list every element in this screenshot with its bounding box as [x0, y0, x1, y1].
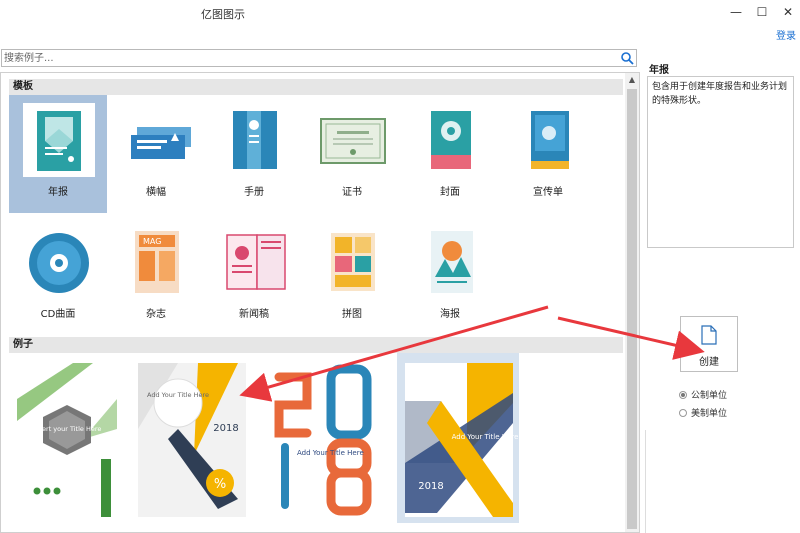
template-label: 宣传单: [533, 187, 563, 198]
templates-section-header: 模板: [9, 79, 623, 95]
template-collage[interactable]: 拼图: [303, 217, 401, 335]
divider: [645, 430, 646, 533]
template-label: 封面: [440, 187, 460, 198]
scroll-thumb[interactable]: [627, 89, 637, 529]
imperial-radio[interactable]: [679, 408, 687, 417]
green-hexagon-report-icon: Insert your Title Here: [17, 363, 117, 517]
template-label: 新闻稿: [239, 309, 269, 320]
brochure-icon: [233, 111, 277, 169]
close-button[interactable]: ✕: [775, 2, 800, 22]
example-title-text: Add Your Title Here: [297, 449, 364, 457]
newsletter-icon: [226, 234, 286, 290]
example-title-text: Add Your Title Here: [147, 391, 209, 399]
details-description: 包含用于创建年度报告和业务计划的特殊形状。: [647, 76, 794, 248]
template-certificate[interactable]: 证书: [303, 95, 401, 213]
template-cover[interactable]: 封面: [401, 95, 499, 213]
template-annual-report[interactable]: 年报: [9, 95, 107, 213]
imperial-units-option[interactable]: 美制单位: [679, 406, 727, 420]
template-label: 手册: [244, 187, 264, 198]
example-number-report[interactable]: Add Your Title Here: [271, 359, 379, 517]
template-label: CD曲面: [40, 309, 76, 320]
imperial-label: 美制单位: [691, 409, 728, 419]
create-button-label: 创建: [699, 357, 719, 368]
metric-radio[interactable]: [679, 390, 687, 399]
template-label: 拼图: [342, 309, 362, 320]
new-document-icon: [701, 325, 717, 345]
gallery-panel: 模板 年报 横幅 手册 证书 封面 宣传单 CD曲面 MAG 杂志 新闻稿 拼图…: [0, 72, 640, 533]
banner-icon: [131, 127, 191, 159]
template-poster[interactable]: 海报: [401, 217, 499, 335]
svg-text:MAG: MAG: [143, 237, 161, 246]
example-x-report[interactable]: Add Your Title Here 2018: [397, 353, 519, 523]
example-year-text: 2018: [213, 423, 238, 434]
template-newsletter[interactable]: 新闻稿: [205, 217, 303, 335]
details-title: 年报: [649, 65, 669, 76]
cover-icon: [431, 111, 471, 169]
cd-icon: [29, 233, 89, 293]
template-brochure[interactable]: 手册: [205, 95, 303, 213]
template-label: 证书: [342, 187, 362, 198]
search-input[interactable]: [4, 50, 616, 66]
examples-section-header: 例子: [9, 337, 623, 353]
example-yellow-report[interactable]: Add Your Title Here 2018 %: [138, 359, 246, 517]
title-bar: 亿图图示 — ☐ ✕: [0, 0, 800, 26]
collage-icon: [331, 233, 375, 291]
template-label: 横幅: [146, 187, 166, 198]
template-flyer[interactable]: 宣传单: [499, 95, 597, 213]
search-box[interactable]: [1, 49, 637, 67]
certificate-icon: [320, 118, 386, 164]
flyer-icon: [531, 111, 569, 169]
create-button[interactable]: 创建: [680, 316, 738, 372]
yellow-blue-x-report-icon: Add Your Title Here 2018: [405, 363, 519, 517]
annual-report-icon: [23, 103, 95, 177]
poster-icon: [431, 231, 473, 293]
scroll-up-arrow-icon[interactable]: ▲: [625, 75, 639, 87]
template-label: 海报: [440, 309, 460, 320]
example-year-text: 2018: [418, 481, 443, 492]
window-title: 亿图图示: [201, 8, 245, 21]
vertical-scrollbar[interactable]: ▲: [625, 73, 639, 532]
example-title-text: Add Your Title Here: [452, 433, 519, 441]
minimize-button[interactable]: —: [723, 2, 749, 22]
template-label: 年报: [48, 187, 68, 198]
magazine-icon: MAG: [135, 231, 179, 293]
metric-label: 公制单位: [691, 391, 728, 401]
template-magazine[interactable]: MAG 杂志: [107, 217, 205, 335]
example-title-text: Insert your Title Here: [33, 425, 102, 433]
example-green-report[interactable]: Insert your Title Here: [13, 359, 121, 517]
template-banner[interactable]: 横幅: [107, 95, 205, 213]
template-label: 杂志: [146, 309, 166, 320]
maximize-button[interactable]: ☐: [749, 2, 775, 22]
app-window: 亿图图示 — ☐ ✕ 登录 模板 年报: [0, 0, 800, 533]
example-badge-text: %: [214, 477, 226, 492]
metric-units-option[interactable]: 公制单位: [679, 388, 727, 402]
yellow-gray-report-icon: Add Your Title Here 2018 %: [138, 363, 246, 517]
search-icon[interactable]: [620, 51, 634, 65]
login-link[interactable]: 登录: [776, 27, 796, 42]
number-2018-report-icon: Add Your Title Here: [271, 363, 379, 517]
template-cd[interactable]: CD曲面: [9, 217, 107, 335]
